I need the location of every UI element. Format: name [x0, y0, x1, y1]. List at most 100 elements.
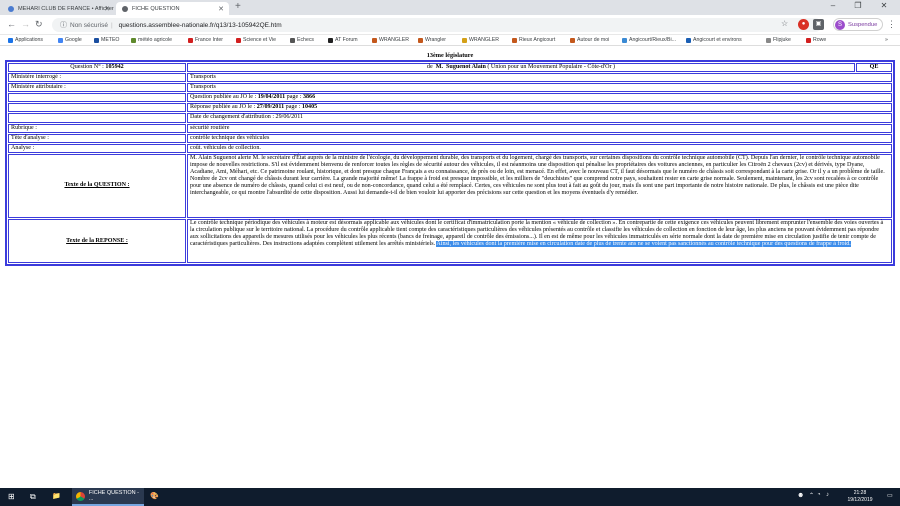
bookmark-favicon-icon: [622, 37, 627, 43]
question-text: M. Alain Suguenot alerte M. le secrétair…: [187, 153, 892, 219]
bookmark-favicon-icon: [686, 37, 691, 43]
close-tab-icon[interactable]: ✕: [104, 5, 110, 13]
forward-arrow-icon[interactable]: →: [21, 19, 30, 29]
bookmark-favicon-icon: [328, 37, 333, 43]
bookmark-favicon-icon: [372, 37, 377, 43]
bookmark-item[interactable]: WRANGLER: [372, 37, 409, 43]
attribution-change-date: 29/06/2011: [275, 114, 304, 121]
question-publication-cell: Question publiée au JO le : 19/04/2011 p…: [187, 93, 892, 103]
bookmark-favicon-icon: [236, 37, 241, 43]
address-bar[interactable]: ⓘ Non sécurisé | questions.assemblee-nat…: [52, 18, 822, 32]
question-published-label: Question publiée au JO le :: [190, 94, 257, 101]
bookmark-label: Echecs: [297, 37, 315, 43]
reponse-published-date: 27/09/2011: [256, 104, 285, 111]
bookmark-item[interactable]: France Inter: [188, 37, 223, 43]
tete-analyse-label: Tête d'analyse :: [8, 133, 186, 143]
task-view-icon[interactable]: ⧉: [30, 492, 36, 502]
info-icon[interactable]: ⓘ: [60, 20, 67, 30]
analyse-value: coût. véhicules de collection.: [187, 143, 892, 153]
maximize-button[interactable]: ❐: [847, 1, 869, 10]
reponse-published-label: Réponse publiée au JO le :: [190, 104, 256, 111]
site-favicon-icon: [122, 5, 128, 12]
chevron-up-icon[interactable]: ⌃: [809, 492, 814, 499]
security-label: Non sécurisé: [70, 21, 108, 29]
tab-mehari[interactable]: MEHARI CLUB DE FRANCE • Afficher ✕: [2, 2, 115, 15]
avatar: S: [835, 19, 845, 30]
bookmark-item[interactable]: Rieux Angicourt: [512, 37, 555, 43]
bookmark-item[interactable]: Autour de moi: [570, 37, 609, 43]
bookmark-item[interactable]: AT Forum: [328, 37, 358, 43]
tab-strip: MEHARI CLUB DE FRANCE • Afficher ✕ FICHE…: [0, 0, 900, 15]
bookmark-item[interactable]: Google: [58, 37, 82, 43]
network-icon[interactable]: ◔: [817, 492, 821, 498]
question-published-date: 19/04/2011: [257, 94, 286, 101]
rubrique-value: sécurité routière: [187, 123, 892, 133]
legislature-title: 13ème législature: [426, 52, 474, 59]
bookmark-favicon-icon: [570, 37, 575, 43]
taskbar-chrome-window[interactable]: FICHE QUESTION - ...: [72, 488, 144, 506]
adblock-extension-icon[interactable]: ●: [798, 19, 809, 30]
bookmark-favicon-icon: [131, 37, 136, 43]
ministere-attributaire-label: Ministère attributaire :: [8, 83, 186, 93]
people-icon[interactable]: ☻: [797, 492, 804, 499]
bookmark-item[interactable]: Wrangler: [418, 37, 446, 43]
paint-app-icon[interactable]: 🎨: [150, 492, 159, 500]
minimize-button[interactable]: –: [822, 1, 844, 10]
bookmark-item[interactable]: Science et Vie: [236, 37, 276, 43]
bookmarks-bar: Applications Google METEO météo agricole Fra…: [0, 35, 900, 46]
bookmark-item[interactable]: Rowe: [806, 37, 826, 43]
bookmark-favicon-icon: [94, 37, 99, 43]
bookmark-item[interactable]: Flipjuke: [766, 37, 791, 43]
bookmark-label: Applications: [15, 37, 43, 43]
new-tab-button[interactable]: +: [235, 1, 241, 12]
question-page-number: 3866: [302, 94, 316, 101]
reponse-page-number: 10405: [301, 104, 318, 111]
tab-fiche-question[interactable]: FICHE QUESTION ✕: [116, 2, 229, 15]
bookmark-label: Science et Vie: [243, 37, 277, 43]
bookmark-label: AT Forum: [335, 37, 358, 43]
bookmark-star-icon[interactable]: ☆: [781, 19, 788, 29]
tete-analyse-value: contrôle technique des véhicules: [187, 133, 892, 143]
clock-date: 19/12/2019: [847, 496, 873, 503]
profile-button[interactable]: S Suspendue: [833, 18, 884, 31]
close-tab-icon[interactable]: ✕: [218, 5, 224, 13]
bookmark-item[interactable]: Angicourt et environs: [686, 37, 742, 43]
taskbar-clock[interactable]: 21:28 19/12/2019: [840, 490, 880, 503]
question-sheet-table: Question N° : 105942 de M. Suguenot Alai…: [5, 60, 895, 266]
page-label: page :: [286, 94, 302, 101]
volume-icon[interactable]: ♪: [826, 492, 829, 498]
ministere-interroge-label: Ministère interrogé :: [8, 73, 186, 83]
reload-icon[interactable]: ↻: [35, 19, 43, 29]
bookmark-item[interactable]: Applications: [8, 37, 43, 43]
url-text[interactable]: questions.assemblee-nationale.fr/q13/13-…: [119, 22, 282, 29]
attribution-change-label: Date de changement d'attribution :: [190, 114, 275, 121]
question-number: 105942: [105, 64, 124, 70]
bookmark-item[interactable]: météo agricole: [131, 37, 172, 43]
author-group: ( Union pour un Mouvement Populaire - Cô…: [487, 64, 616, 70]
menu-kebab-icon[interactable]: ⋮: [887, 19, 896, 29]
notifications-icon[interactable]: ▭: [887, 492, 893, 499]
back-arrow-icon[interactable]: ←: [7, 19, 16, 29]
close-window-button[interactable]: ✕: [873, 1, 895, 10]
bookmark-label: Angicourt et environs: [693, 37, 742, 43]
tab-title: MEHARI CLUB DE FRANCE • Afficher: [18, 5, 114, 12]
extension-icon[interactable]: ▣: [813, 19, 824, 30]
bookmark-favicon-icon: [766, 37, 771, 43]
file-explorer-icon[interactable]: 📁: [52, 492, 61, 500]
bookmark-item[interactable]: WRANGLER: [462, 37, 499, 43]
author-name: Suguenot Alain: [446, 64, 486, 70]
start-windows-icon[interactable]: ⊞: [8, 492, 15, 501]
browser-toolbar: ← → ↻ ⓘ Non sécurisé | questions.assembl…: [0, 15, 900, 35]
bookmark-item[interactable]: Angicourt/Rieux/Bi...: [622, 37, 676, 43]
more-bookmarks-button[interactable]: »: [885, 37, 888, 43]
bookmark-label: Rowe: [813, 37, 827, 43]
bookmark-item[interactable]: Echecs: [290, 37, 314, 43]
bookmark-item[interactable]: METEO: [94, 37, 119, 43]
reponse-text-label: Texte de la REPONSE :: [66, 237, 128, 244]
question-number-label: Question N° :: [70, 64, 104, 70]
bookmark-favicon-icon: [58, 37, 63, 43]
bookmark-label: Rieux Angicourt: [519, 37, 556, 43]
bookmark-label: WRANGLER: [379, 37, 409, 43]
attribution-change-cell: Date de changement d'attribution : 29/06…: [187, 113, 892, 123]
bookmark-label: Google: [65, 37, 82, 43]
